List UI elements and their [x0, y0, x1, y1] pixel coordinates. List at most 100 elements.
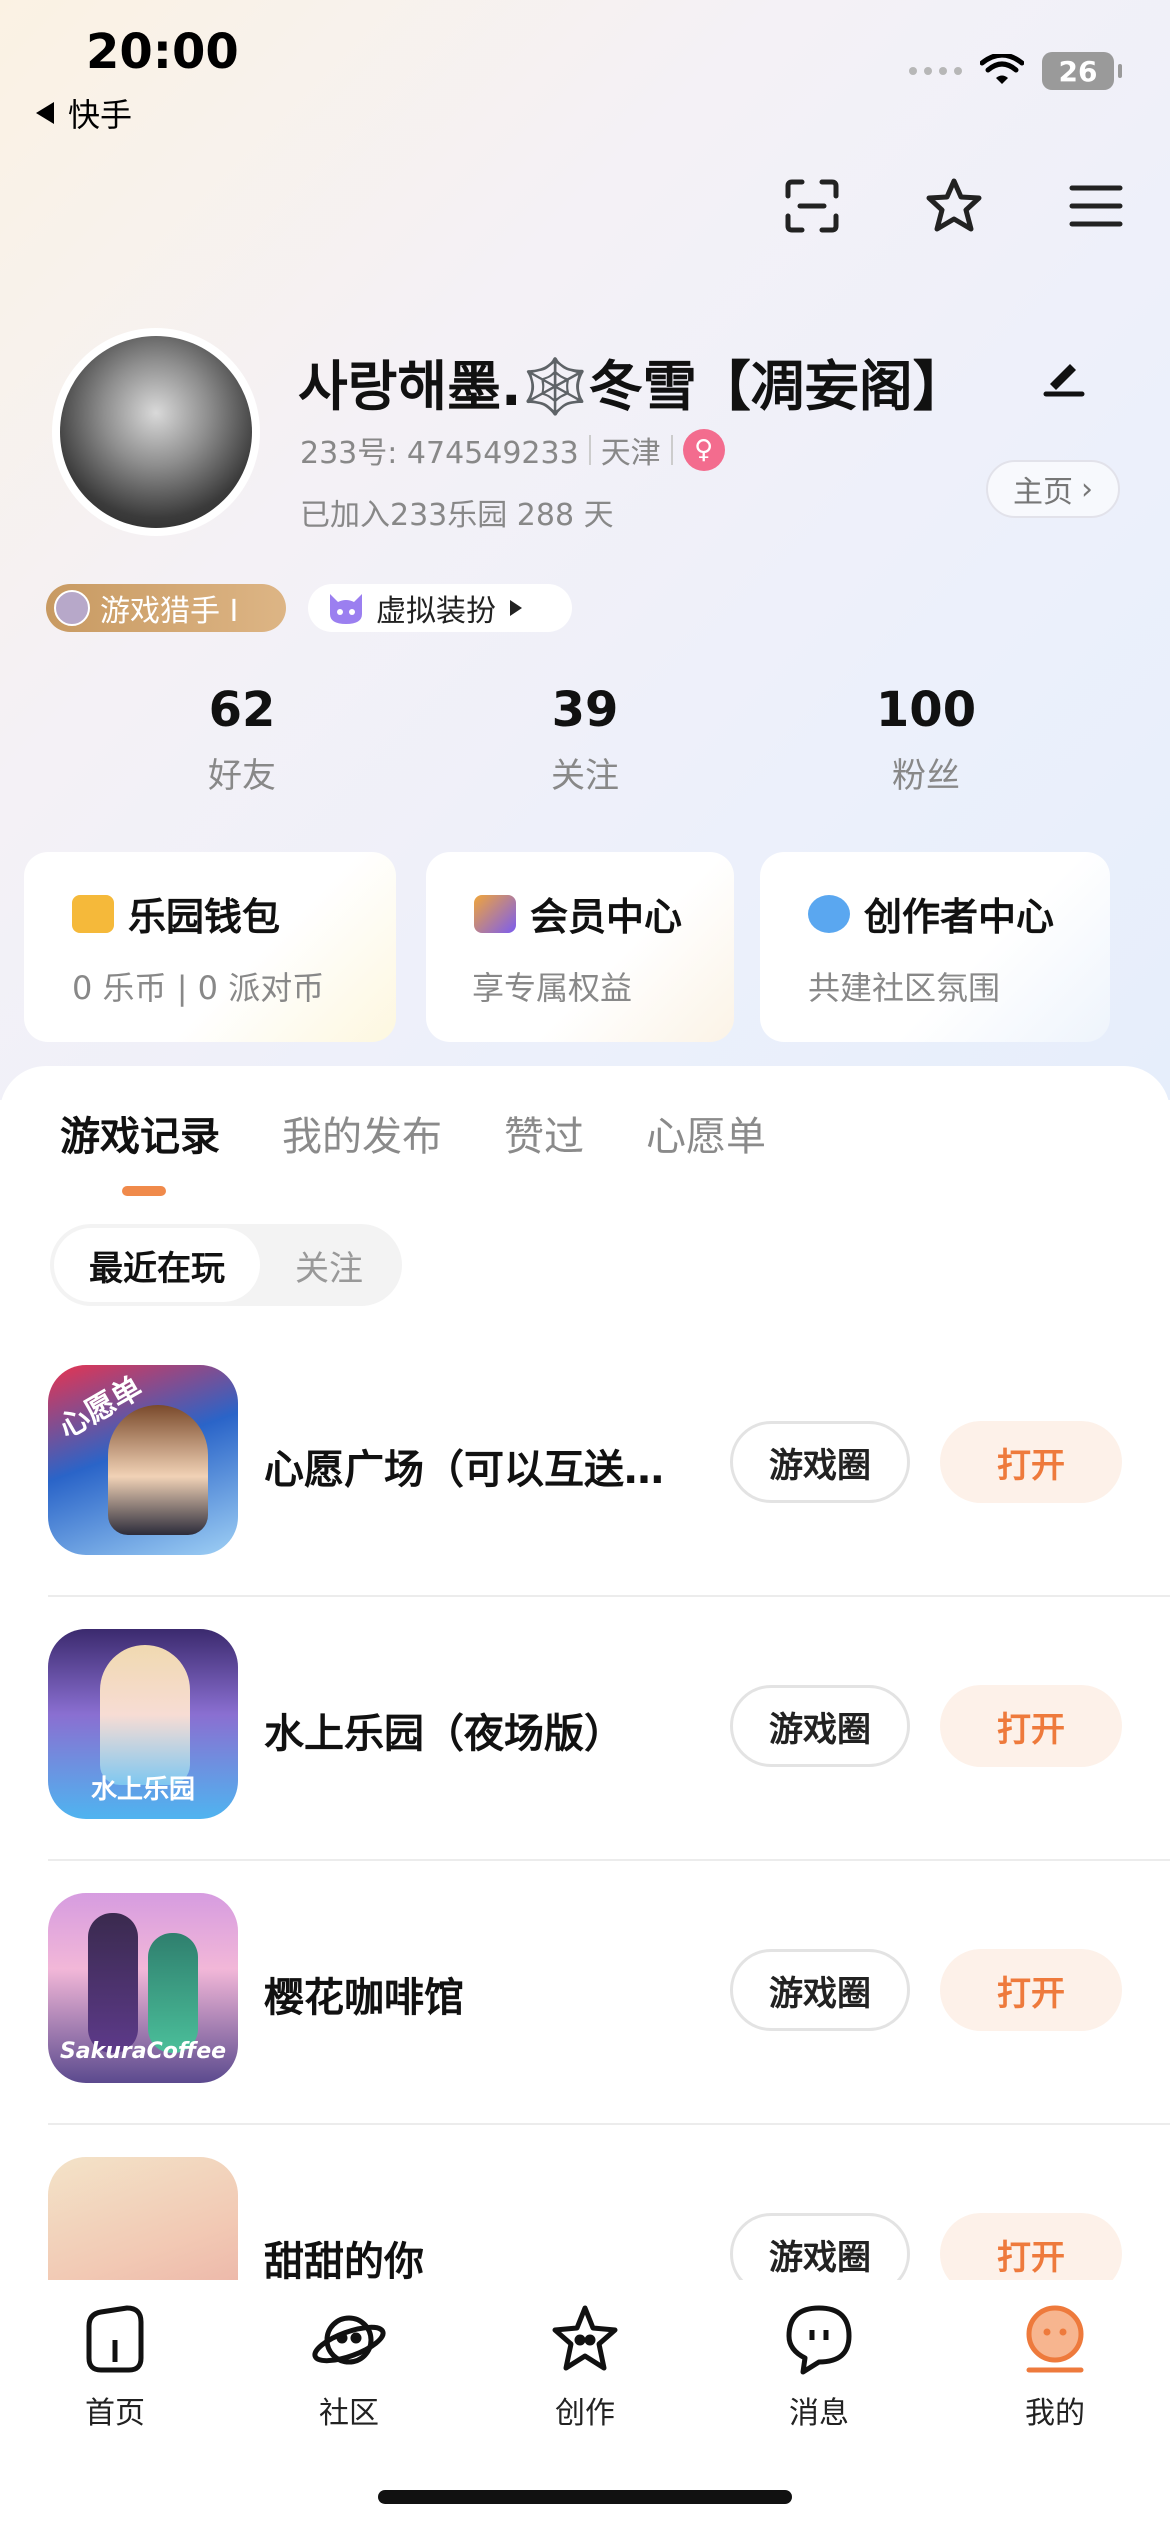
- divider: [48, 1595, 1170, 1597]
- nav-label: 消息: [789, 2396, 849, 2431]
- profile-meta: 233号: 474549233 天津 ♀: [300, 428, 725, 472]
- card-title: 会员中心: [530, 895, 683, 939]
- status-indicators: 26: [909, 52, 1122, 90]
- stats-row: 62 好友 39 关注 100 粉丝: [0, 682, 1170, 812]
- record-filter-segment: 最近在玩 关注: [50, 1224, 402, 1306]
- virtual-dress-button[interactable]: 虚拟装扮: [308, 584, 572, 632]
- card-title: 创作者中心: [864, 895, 1055, 939]
- hunter-badge-icon: [54, 590, 90, 626]
- game-icon-wishlist: 心愿单: [48, 1365, 238, 1555]
- nav-label: 我的: [1025, 2396, 1085, 2431]
- divider: [48, 2123, 1170, 2125]
- location: 天津: [600, 436, 661, 471]
- home-indicator: [378, 2490, 792, 2504]
- list-item[interactable]: SakuraCoffee 樱花咖啡馆 游戏圈 打开: [0, 1893, 1170, 2158]
- membership-card[interactable]: 会员中心 享专属权益: [426, 852, 734, 1042]
- home-icon: [86, 2305, 144, 2373]
- stat-fans[interactable]: 100 粉丝: [826, 682, 1026, 797]
- card-subtitle: 0 乐币 | 0 派对币: [72, 969, 325, 1007]
- card-subtitle: 共建社区氛围: [808, 969, 1001, 1007]
- stat-number: 100: [875, 682, 977, 738]
- card-title: 乐园钱包: [128, 895, 281, 939]
- nav-label: 首页: [85, 2396, 145, 2431]
- stat-following[interactable]: 39 关注: [485, 682, 685, 797]
- stat-label: 粉丝: [892, 756, 960, 796]
- joined-days: 已加入233乐园 288 天: [300, 498, 614, 533]
- tab-game-records[interactable]: 游戏记录: [60, 1104, 220, 1162]
- game-hunter-badge[interactable]: 游戏猎手 Ⅰ: [46, 584, 286, 632]
- game-circle-button[interactable]: 游戏圈: [730, 1421, 910, 1503]
- cat-face-icon: [330, 594, 362, 624]
- open-game-button[interactable]: 打开: [940, 1421, 1122, 1503]
- home-page-button[interactable]: 主页 ›: [986, 460, 1120, 518]
- stat-number: 39: [551, 682, 619, 738]
- game-icon-water-park: 水上乐园: [48, 1629, 238, 1819]
- nav-profile[interactable]: 我的: [995, 2300, 1115, 2432]
- crown-icon: [474, 894, 516, 933]
- wallet-card[interactable]: 乐园钱包 0 乐币 | 0 派对币: [24, 852, 396, 1042]
- wifi-icon: [980, 54, 1024, 84]
- creator-center-card[interactable]: 创作者中心 共建社区氛围: [760, 852, 1110, 1042]
- game-circle-button[interactable]: 游戏圈: [730, 1949, 910, 2031]
- chevron-right-icon: ›: [1081, 471, 1093, 507]
- divider: [48, 1859, 1170, 1861]
- open-game-button[interactable]: 打开: [940, 1949, 1122, 2031]
- stat-number: 62: [208, 682, 276, 738]
- top-actions: [778, 172, 1130, 240]
- nav-label: 创作: [555, 2396, 615, 2431]
- message-icon: [786, 2305, 852, 2375]
- segment-recent[interactable]: 最近在玩: [54, 1228, 260, 1302]
- tab-wishlist[interactable]: 心愿单: [646, 1104, 766, 1162]
- active-tab-indicator: [122, 1186, 166, 1196]
- wallet-icon: [72, 894, 114, 933]
- back-triangle-icon: [36, 102, 54, 124]
- list-item[interactable]: 水上乐园 水上乐园（夜场版） 游戏圈 打开: [0, 1629, 1170, 1894]
- female-gender-icon: ♀: [682, 429, 725, 471]
- game-circle-button[interactable]: 游戏圈: [730, 1685, 910, 1767]
- create-icon: [552, 2305, 618, 2371]
- planet-icon: [808, 894, 850, 933]
- profile-icon: [1026, 2305, 1084, 2373]
- separator: [670, 435, 673, 465]
- game-icon-text: 水上乐园: [90, 1775, 195, 1805]
- separator: [588, 435, 591, 465]
- stat-label: 好友: [208, 756, 276, 796]
- game-name: 樱花咖啡馆: [264, 1975, 464, 2021]
- community-icon: [312, 2315, 386, 2365]
- signal-icon: [909, 67, 962, 75]
- game-name: 心愿广场（可以互送礼物哦）: [264, 1447, 694, 1493]
- nav-community[interactable]: 社区: [289, 2300, 409, 2432]
- avatar-image: [60, 336, 252, 528]
- stat-label: 关注: [551, 756, 619, 796]
- back-to-app[interactable]: 快手: [36, 90, 132, 136]
- status-time: 20:00: [86, 24, 239, 80]
- tab-liked[interactable]: 赞过: [504, 1104, 584, 1162]
- avatar[interactable]: [52, 328, 260, 536]
- menu-icon[interactable]: [1062, 172, 1130, 240]
- nav-create[interactable]: 创作: [525, 2300, 645, 2432]
- segment-following[interactable]: 关注: [260, 1228, 398, 1302]
- record-tabs: 游戏记录 我的发布 赞过 心愿单: [60, 1104, 766, 1162]
- hunter-badge-label: 游戏猎手 Ⅰ: [100, 594, 239, 629]
- nav-home[interactable]: 首页: [55, 2300, 175, 2432]
- back-app-label: 快手: [68, 96, 133, 134]
- game-name: 甜甜的你: [264, 2239, 424, 2285]
- list-item[interactable]: 心愿单 心愿广场（可以互送礼物哦） 游戏圈 打开: [0, 1365, 1170, 1630]
- scan-icon[interactable]: [778, 172, 846, 240]
- edit-profile-icon[interactable]: [1040, 350, 1088, 398]
- favorite-star-icon[interactable]: [920, 172, 988, 240]
- open-game-button[interactable]: 打开: [940, 1685, 1122, 1767]
- card-subtitle: 享专属权益: [472, 969, 633, 1007]
- virtual-dress-label: 虚拟装扮: [376, 594, 496, 629]
- nav-messages[interactable]: 消息: [759, 2300, 879, 2432]
- user-id: 233号: 474549233: [300, 436, 579, 471]
- play-triangle-icon: [510, 600, 522, 616]
- stat-friends[interactable]: 62 好友: [142, 682, 342, 797]
- tab-my-posts[interactable]: 我的发布: [282, 1104, 442, 1162]
- game-name: 水上乐园（夜场版）: [264, 1711, 624, 1757]
- home-page-label: 主页: [1013, 475, 1073, 510]
- nickname: 사랑해墨.🕸️冬雪【凋妄阁】: [298, 355, 967, 418]
- game-icon-text: SakuraCoffee: [59, 2039, 227, 2064]
- game-icon-sakura-coffee: SakuraCoffee: [48, 1893, 238, 2083]
- battery-icon: 26: [1042, 52, 1122, 90]
